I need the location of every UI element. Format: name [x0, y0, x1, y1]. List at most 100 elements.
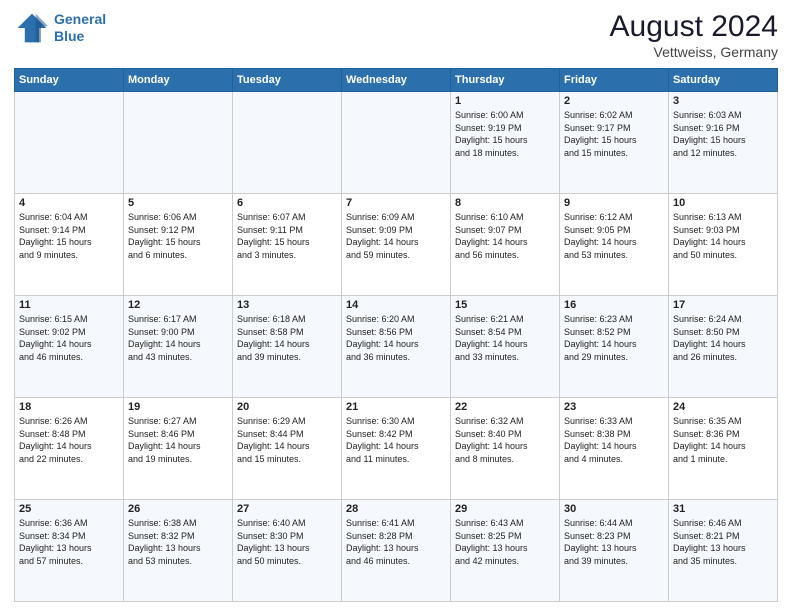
- day-info: Sunrise: 6:41 AM Sunset: 8:28 PM Dayligh…: [346, 517, 446, 567]
- day-cell-3: 3 Sunrise: 6:03 AM Sunset: 9:16 PM Daylig…: [669, 92, 778, 194]
- day-cell-22: 22Sunrise: 6:32 AM Sunset: 8:40 PM Dayli…: [451, 398, 560, 500]
- day-number: 10: [673, 197, 773, 209]
- logo-icon: [14, 10, 50, 46]
- day-number: 17: [673, 299, 773, 311]
- day-cell-27: 27Sunrise: 6:40 AM Sunset: 8:30 PM Dayli…: [233, 500, 342, 602]
- day-info: Sunrise: 6:44 AM Sunset: 8:23 PM Dayligh…: [564, 517, 664, 567]
- day-number: 4: [19, 197, 119, 209]
- header: General Blue August 2024 Vettweiss, Germ…: [14, 10, 778, 60]
- month-title: August 2024: [610, 10, 778, 44]
- day-number: 28: [346, 503, 446, 515]
- day-cell-31: 31 Sunrise: 6:46 AM Sunset: 8:21 PM Dayli…: [669, 500, 778, 602]
- day-number: 29: [455, 503, 555, 515]
- day-info: Sunrise: 6:13 AM Sunset: 9:03 PM Dayligh…: [673, 211, 773, 261]
- day-number: 18: [19, 401, 119, 413]
- day-number: 12: [128, 299, 228, 311]
- day-cell-12: 12 Sunrise: 6:17 AM Sunset: 9:00 PM Dayli…: [124, 296, 233, 398]
- day-cell-10: 10 Sunrise: 6:13 AM Sunset: 9:03 PM Dayli…: [669, 194, 778, 296]
- day-number: 23: [564, 401, 664, 413]
- day-cell-16: 16 Sunrise: 6:23 AM Sunset: 8:52 PM Dayli…: [560, 296, 669, 398]
- logo-blue: Blue: [54, 28, 84, 44]
- day-info: Sunrise: 6:07 AM Sunset: 9:11 PM Dayligh…: [237, 211, 337, 261]
- day-number: 20: [237, 401, 337, 413]
- day-cell-23: 23 Sunrise: 6:33 AM Sunset: 8:38 PM Dayli…: [560, 398, 669, 500]
- title-block: August 2024 Vettweiss, Germany: [610, 10, 778, 60]
- day-cell-4: 4 Sunrise: 6:04 AM Sunset: 9:14 PM Daylig…: [15, 194, 124, 296]
- day-info: Sunrise: 6:09 AM Sunset: 9:09 PM Dayligh…: [346, 211, 446, 261]
- day-number: 1: [455, 95, 555, 107]
- day-info: Sunrise: 6:03 AM Sunset: 9:16 PM Dayligh…: [673, 109, 773, 159]
- calendar-header-row: SundayMondayTuesdayWednesdayThursdayFrid…: [15, 69, 778, 92]
- day-info: Sunrise: 6:33 AM Sunset: 8:38 PM Dayligh…: [564, 415, 664, 465]
- logo-general: General: [54, 11, 106, 27]
- day-cell-13: 13Sunrise: 6:18 AM Sunset: 8:58 PM Dayli…: [233, 296, 342, 398]
- day-info: Sunrise: 6:35 AM Sunset: 8:36 PM Dayligh…: [673, 415, 773, 465]
- day-number: 14: [346, 299, 446, 311]
- day-number: 7: [346, 197, 446, 209]
- empty-cell: [124, 92, 233, 194]
- day-number: 26: [128, 503, 228, 515]
- logo: General Blue: [14, 10, 106, 46]
- day-number: 2: [564, 95, 664, 107]
- day-info: Sunrise: 6:23 AM Sunset: 8:52 PM Dayligh…: [564, 313, 664, 363]
- day-info: Sunrise: 6:10 AM Sunset: 9:07 PM Dayligh…: [455, 211, 555, 261]
- day-cell-8: 8 Sunrise: 6:10 AM Sunset: 9:07 PM Daylig…: [451, 194, 560, 296]
- day-number: 5: [128, 197, 228, 209]
- day-cell-25: 25 Sunrise: 6:36 AM Sunset: 8:34 PM Dayli…: [15, 500, 124, 602]
- day-number: 21: [346, 401, 446, 413]
- day-info: Sunrise: 6:04 AM Sunset: 9:14 PM Dayligh…: [19, 211, 119, 261]
- day-number: 19: [128, 401, 228, 413]
- day-cell-11: 11 Sunrise: 6:15 AM Sunset: 9:02 PM Dayli…: [15, 296, 124, 398]
- day-info: Sunrise: 6:43 AM Sunset: 8:25 PM Dayligh…: [455, 517, 555, 567]
- day-number: 6: [237, 197, 337, 209]
- week-row-4: 18Sunrise: 6:26 AM Sunset: 8:48 PM Dayli…: [15, 398, 778, 500]
- day-number: 25: [19, 503, 119, 515]
- day-number: 9: [564, 197, 664, 209]
- day-cell-29: 29 Sunrise: 6:43 AM Sunset: 8:25 PM Dayli…: [451, 500, 560, 602]
- day-info: Sunrise: 6:17 AM Sunset: 9:00 PM Dayligh…: [128, 313, 228, 363]
- day-info: Sunrise: 6:36 AM Sunset: 8:34 PM Dayligh…: [19, 517, 119, 567]
- day-cell-14: 14 Sunrise: 6:20 AM Sunset: 8:56 PM Dayli…: [342, 296, 451, 398]
- day-cell-30: 30Sunrise: 6:44 AM Sunset: 8:23 PM Dayli…: [560, 500, 669, 602]
- empty-cell: [342, 92, 451, 194]
- day-number: 16: [564, 299, 664, 311]
- day-header-wednesday: Wednesday: [342, 69, 451, 92]
- day-info: Sunrise: 6:27 AM Sunset: 8:46 PM Dayligh…: [128, 415, 228, 465]
- day-cell-17: 17Sunrise: 6:24 AM Sunset: 8:50 PM Dayli…: [669, 296, 778, 398]
- day-cell-6: 6 Sunrise: 6:07 AM Sunset: 9:11 PM Daylig…: [233, 194, 342, 296]
- week-row-3: 11 Sunrise: 6:15 AM Sunset: 9:02 PM Dayli…: [15, 296, 778, 398]
- day-header-sunday: Sunday: [15, 69, 124, 92]
- day-cell-7: 7 Sunrise: 6:09 AM Sunset: 9:09 PM Daylig…: [342, 194, 451, 296]
- day-header-tuesday: Tuesday: [233, 69, 342, 92]
- day-number: 8: [455, 197, 555, 209]
- day-info: Sunrise: 6:40 AM Sunset: 8:30 PM Dayligh…: [237, 517, 337, 567]
- day-cell-9: 9 Sunrise: 6:12 AM Sunset: 9:05 PM Daylig…: [560, 194, 669, 296]
- day-header-monday: Monday: [124, 69, 233, 92]
- day-header-saturday: Saturday: [669, 69, 778, 92]
- empty-cell: [15, 92, 124, 194]
- day-header-thursday: Thursday: [451, 69, 560, 92]
- day-info: Sunrise: 6:12 AM Sunset: 9:05 PM Dayligh…: [564, 211, 664, 261]
- day-info: Sunrise: 6:15 AM Sunset: 9:02 PM Dayligh…: [19, 313, 119, 363]
- empty-cell: [233, 92, 342, 194]
- page: General Blue August 2024 Vettweiss, Germ…: [0, 0, 792, 612]
- logo-text: General Blue: [54, 11, 106, 45]
- day-cell-15: 15Sunrise: 6:21 AM Sunset: 8:54 PM Dayli…: [451, 296, 560, 398]
- day-number: 11: [19, 299, 119, 311]
- day-info: Sunrise: 6:30 AM Sunset: 8:42 PM Dayligh…: [346, 415, 446, 465]
- day-info: Sunrise: 6:38 AM Sunset: 8:32 PM Dayligh…: [128, 517, 228, 567]
- day-number: 31: [673, 503, 773, 515]
- day-info: Sunrise: 6:00 AM Sunset: 9:19 PM Dayligh…: [455, 109, 555, 159]
- day-info: Sunrise: 6:21 AM Sunset: 8:54 PM Dayligh…: [455, 313, 555, 363]
- day-number: 3: [673, 95, 773, 107]
- day-info: Sunrise: 6:46 AM Sunset: 8:21 PM Dayligh…: [673, 517, 773, 567]
- day-cell-24: 24Sunrise: 6:35 AM Sunset: 8:36 PM Dayli…: [669, 398, 778, 500]
- day-info: Sunrise: 6:06 AM Sunset: 9:12 PM Dayligh…: [128, 211, 228, 261]
- week-row-2: 4 Sunrise: 6:04 AM Sunset: 9:14 PM Daylig…: [15, 194, 778, 296]
- day-cell-1: 1 Sunrise: 6:00 AM Sunset: 9:19 PM Daylig…: [451, 92, 560, 194]
- location: Vettweiss, Germany: [610, 44, 778, 60]
- day-info: Sunrise: 6:32 AM Sunset: 8:40 PM Dayligh…: [455, 415, 555, 465]
- week-row-5: 25 Sunrise: 6:36 AM Sunset: 8:34 PM Dayli…: [15, 500, 778, 602]
- day-cell-21: 21 Sunrise: 6:30 AM Sunset: 8:42 PM Dayli…: [342, 398, 451, 500]
- day-info: Sunrise: 6:20 AM Sunset: 8:56 PM Dayligh…: [346, 313, 446, 363]
